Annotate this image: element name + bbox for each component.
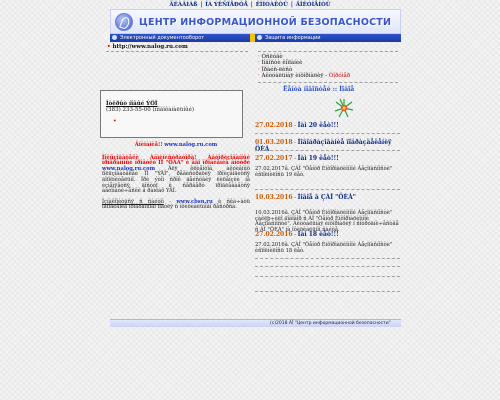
nav-link-home[interactable]: ÃËÀÂÍÀß [169, 2, 197, 8]
promo-para1-rest: Äëÿ êëèåíòîâ, àêòèâíûõ ïîëüçîâàòåëåé ÏÏ … [102, 165, 250, 195]
news-title[interactable]: Íàì 19 ëåò!!! [298, 155, 339, 162]
link-actual-info-label: Àêòóàëüíàÿ èíôîðìàöèÿ [261, 73, 324, 80]
header-banner: ЦЕНТР ИНФОРМАЦИОННОЙ БЕЗОПАСНОСТИ [110, 9, 401, 34]
divider [255, 189, 400, 190]
menu-security[interactable]: Защита информации [255, 34, 401, 42]
nav-link-documents[interactable]: ÄÎÊÓÌÅÍÒÛ [296, 2, 331, 8]
divider [255, 258, 400, 259]
divider [255, 266, 400, 267]
menu-security-label: Защита информации [265, 35, 321, 41]
divider [255, 150, 400, 151]
news-date: 27.02.2018 [255, 122, 293, 129]
divider [258, 51, 398, 52]
menu-edo-label: Электронный документооборот [120, 35, 205, 41]
news-date: 10.03.2016 [255, 194, 293, 201]
news-item: 27.02.2017 - Íàì 19 ëåò!!! 27.02.2017ã. … [255, 156, 400, 178]
news-heading: Ëåíòà íîâîñòåé :: Íîâîå [283, 86, 355, 93]
right-links-list: Óñëóãè Íîâîñòè êîìïàíèè Ïðàéñ-ëèñò Àêòóà… [258, 54, 351, 80]
link-forum[interactable]: Ôîðóìåð [329, 73, 350, 79]
divider [255, 276, 400, 277]
divider [106, 51, 248, 52]
menu-edo[interactable]: Электронный документооборот [110, 34, 250, 42]
news-body: 27.02.2017ã. ÇÀÎ "Öåíòð Èíôîðìàöèîííîé Á… [255, 165, 393, 178]
info-panel: Îòêðûò íîâûé ÝÖÏ (383) 233-55-00 (ìíîãîê… [100, 90, 243, 138]
nav-link-contacts[interactable]: ÊÎÍÒÀÊÒÛ [256, 2, 288, 8]
promo-block: Âíèìàíèå!! www.nalog.ru.com Ïîëüçîâàòåëè… [102, 142, 250, 211]
news-date: 27.02.2016 [255, 231, 293, 238]
news-title[interactable]: Íàì 18 ëåò!!! [298, 231, 339, 238]
panel-phone: (383) 233-55-00 (ìíîãîêàíàëüíûé) [106, 107, 195, 113]
footer-bar: (c)2018 ÀÎ "Центр информационной безопас… [110, 319, 401, 327]
news-title[interactable]: Íîâîå â ÇÀÎ "ÖÈÁ" [298, 194, 356, 201]
menu-bullet-icon [257, 35, 262, 40]
promo-para1-red: Ïîëüçîâàòåëè Àäìèíèñòðàòîðà! Àâòîðèçîâàí… [102, 154, 250, 167]
news-body: 27.02.2016ã. ÇÀÎ "Öåíòð Èíôîðìàöèîííîé Á… [255, 241, 393, 254]
news-item: 01.03.2018 - Íîâîáðàçîâàíèå ïîäðàçäåëåíè… [255, 139, 392, 153]
divider [258, 82, 398, 83]
news-item: 10.03.2016 - Íîâîå â ÇÀÎ "ÖÈÁ" 10.03.201… [255, 194, 399, 234]
divider [255, 133, 400, 134]
top-nav: ÃËÀÂÍÀß | ÎÁ ÝÊÑÏÅÐÒÅ | ÊÎÍÒÀÊÒÛ | ÄÎÊÓÌ… [169, 2, 331, 8]
news-item: 27.02.2018 - Íàì 20 ëåò!!! [255, 122, 339, 129]
flower-icon [334, 98, 354, 118]
bullet-icon: • [107, 44, 111, 50]
footer-copyright: (c)2018 ÀÎ "Центр информационной безопас… [270, 321, 391, 326]
company-logo-icon [115, 13, 133, 31]
news-item: 27.02.2016 - Íàì 18 ëåò!!! 27.02.2016ã. … [255, 232, 400, 254]
promo-heading: Âíèìàíèå!! [134, 142, 163, 148]
divider [255, 291, 400, 292]
link-actual-info[interactable]: Àêòóàëüíàÿ èíôîðìàöèÿ - Ôîðóìåð [258, 73, 351, 80]
promo-heading-link[interactable]: www.nalog.ru.com [164, 142, 217, 148]
banner-title: ЦЕНТР ИНФОРМАЦИОННОЙ БЕЗОПАСНОСТИ [139, 17, 392, 28]
news-date: 27.02.2017 [255, 155, 293, 162]
news-title[interactable]: Íàì 20 ëåò!!! [298, 122, 339, 129]
panel-marker: • [113, 118, 117, 125]
nav-link-about[interactable]: ÎÁ ÝÊÑÏÅÐÒÅ [205, 2, 248, 8]
site-url-line[interactable]: • http://www.nalog.ru.com [107, 44, 188, 50]
site-url: http://www.nalog.ru.com [112, 44, 188, 50]
menu-bullet-icon [112, 35, 117, 40]
